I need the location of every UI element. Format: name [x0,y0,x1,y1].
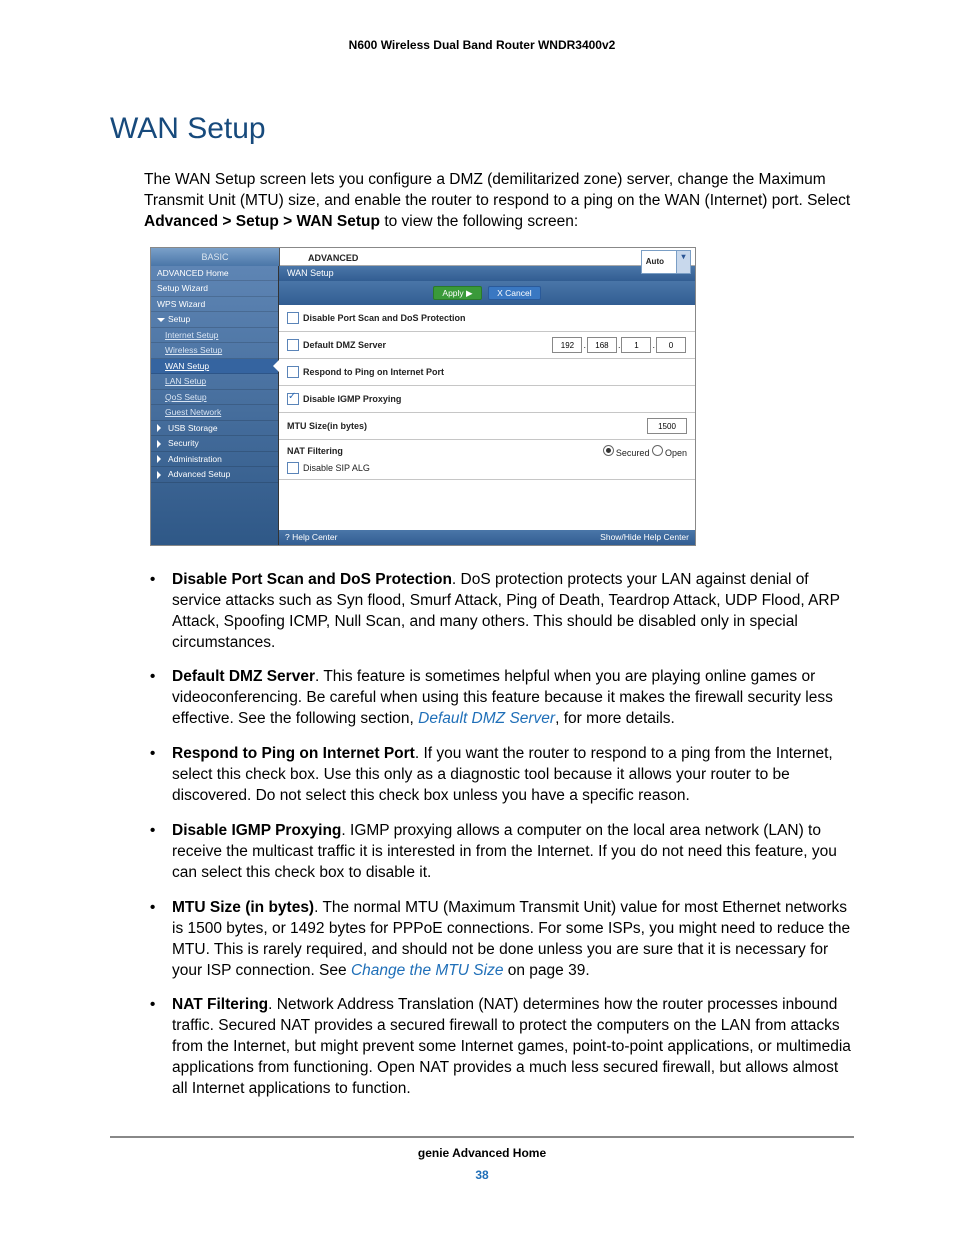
item-name: NAT Filtering [172,996,268,1013]
nav-setup-group[interactable]: Setup [151,312,278,328]
nav-internet-setup[interactable]: Internet Setup [151,328,278,344]
apply-button[interactable]: Apply ▶ [433,286,481,301]
feature-description-list: Disable Port Scan and DoS Protection. Do… [144,570,854,1100]
disable-dos-checkbox[interactable] [287,312,299,324]
item-text: , for more details. [555,710,675,727]
respond-ping-label: Respond to Ping on Internet Port [303,368,687,377]
chevron-right-icon [157,424,165,432]
list-item: Disable Port Scan and DoS Protection. Do… [144,570,854,654]
section-title: WAN Setup [110,112,854,146]
tab-advanced[interactable]: ADVANCED Auto ▾ [280,248,695,266]
nav-setup-label: Setup [168,315,190,324]
wan-setup-screenshot: BASIC ADVANCED Auto ▾ ADVANCED Home Setu… [150,247,696,546]
nat-secured-option[interactable]: Secured [603,445,650,458]
item-name: Disable IGMP Proxying [172,822,341,839]
nav-advsetup-label: Advanced Setup [168,470,230,479]
nat-open-label: Open [665,448,687,458]
mtu-input[interactable] [647,418,687,434]
dmz-checkbox[interactable] [287,339,299,351]
dmz-server-link[interactable]: Default DMZ Server [418,710,555,727]
radio-icon [603,445,614,456]
intro-text-b: to view the following screen: [384,213,578,230]
tab-basic[interactable]: BASIC [151,248,280,266]
dmz-ip-2[interactable] [587,337,617,353]
list-item: MTU Size (in bytes). The normal MTU (Max… [144,898,854,982]
disable-sip-checkbox[interactable] [287,462,299,474]
disable-igmp-checkbox[interactable] [287,393,299,405]
chevron-right-icon [157,440,165,448]
nat-label: NAT Filtering [287,447,603,456]
dmz-label: Default DMZ Server [303,341,551,350]
item-name: Default DMZ Server [172,668,315,685]
chevron-down-icon [157,318,165,326]
nav-security-label: Security [168,439,199,448]
footer-chapter: genie Advanced Home [110,1146,854,1160]
dmz-ip-4[interactable] [656,337,686,353]
sidebar-nav: ADVANCED Home Setup Wizard WPS Wizard Se… [151,266,279,545]
nav-usb-storage[interactable]: USB Storage [151,421,278,437]
help-center-link[interactable]: ? Help Center [285,533,337,542]
nat-secured-label: Secured [616,448,650,458]
page-footer: genie Advanced Home 38 [110,1136,854,1182]
dmz-ip-3[interactable] [621,337,651,353]
radio-icon [652,445,663,456]
cancel-button[interactable]: X Cancel [488,286,541,301]
chevron-right-icon [157,471,165,479]
nav-lan-setup[interactable]: LAN Setup [151,374,278,390]
chevron-down-icon[interactable]: ▾ [677,250,691,274]
nav-administration[interactable]: Administration [151,452,278,468]
mtu-label: MTU Size(in bytes) [287,422,647,431]
nav-security[interactable]: Security [151,436,278,452]
item-name: Disable Port Scan and DoS Protection [172,571,452,588]
language-select[interactable]: Auto ▾ [641,250,691,274]
nav-qos-setup[interactable]: QoS Setup [151,390,278,406]
intro-path-bold: Advanced > Setup > WAN Setup [144,213,380,230]
mtu-size-link[interactable]: Change the MTU Size [351,962,504,979]
list-item: Default DMZ Server. This feature is some… [144,667,854,730]
nav-admin-label: Administration [168,455,222,464]
disable-dos-label: Disable Port Scan and DoS Protection [303,314,687,323]
dmz-ip-1[interactable] [552,337,582,353]
intro-paragraph: The WAN Setup screen lets you configure … [144,170,854,233]
list-item: Respond to Ping on Internet Port. If you… [144,744,854,807]
nav-advanced-setup[interactable]: Advanced Setup [151,467,278,483]
nav-usb-label: USB Storage [168,424,218,433]
tab-advanced-label: ADVANCED [308,253,358,263]
respond-ping-checkbox[interactable] [287,366,299,378]
nav-guest-network[interactable]: Guest Network [151,405,278,421]
nat-open-option[interactable]: Open [652,445,687,458]
nav-wan-setup[interactable]: WAN Setup [151,359,278,375]
item-name: Respond to Ping on Internet Port [172,745,415,762]
disable-sip-label: Disable SIP ALG [303,464,370,473]
footer-page-number: 38 [110,1168,854,1182]
item-text: . Network Address Translation (NAT) dete… [172,996,851,1097]
nav-setup-wizard[interactable]: Setup Wizard [151,281,278,297]
list-item: Disable IGMP Proxying. IGMP proxying all… [144,821,854,884]
language-select-value: Auto [641,250,677,274]
nav-advanced-home[interactable]: ADVANCED Home [151,266,278,282]
panel-title: WAN Setup [279,266,695,281]
disable-igmp-label: Disable IGMP Proxying [303,395,687,404]
item-text: on page 39. [503,962,589,979]
list-item: NAT Filtering. Network Address Translati… [144,995,854,1100]
intro-text-a: The WAN Setup screen lets you configure … [144,171,850,209]
nav-wireless-setup[interactable]: Wireless Setup [151,343,278,359]
nav-wps-wizard[interactable]: WPS Wizard [151,297,278,313]
item-name: MTU Size (in bytes) [172,899,314,916]
help-toggle-link[interactable]: Show/Hide Help Center [600,533,689,542]
chevron-right-icon [157,455,165,463]
doc-header-title: N600 Wireless Dual Band Router WNDR3400v… [110,38,854,52]
